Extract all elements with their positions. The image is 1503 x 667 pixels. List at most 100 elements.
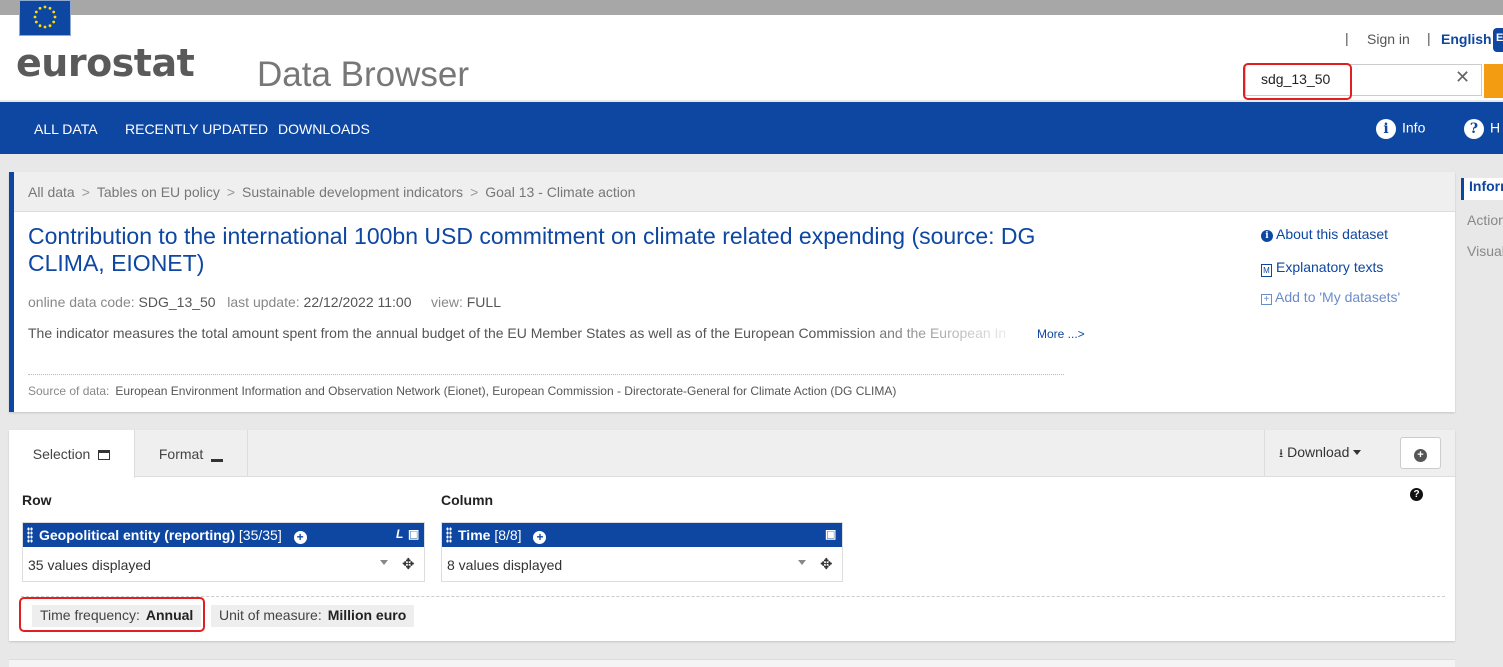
search-highlight <box>1243 63 1352 100</box>
help-icon[interactable]: ? <box>1410 488 1423 501</box>
tab-selection[interactable]: Selection <box>9 430 135 478</box>
selection-panel: Selection Format ⭳ Download + ? Row Colu… <box>9 430 1455 641</box>
info-icon: i <box>1261 230 1273 242</box>
side-tab-visualisation[interactable]: Visual <box>1461 243 1503 259</box>
update-value: 22/12/2022 11:00 <box>303 294 412 310</box>
code-value: SDG_13_50 <box>138 294 216 310</box>
eurostat-logo[interactable]: eurostat <box>16 41 195 85</box>
nav-recently-updated[interactable]: RECENTLY UPDATED <box>125 121 268 137</box>
side-tab-actions[interactable]: Action <box>1461 212 1503 228</box>
separator: | <box>1427 30 1431 46</box>
row-dimension-count: [35/35] <box>238 527 282 543</box>
separator: | <box>1345 30 1349 46</box>
row-dimension-header[interactable]: Geopolitical entity (reporting) [35/35] … <box>23 523 424 547</box>
dataset-description: The indicator measures the total amount … <box>28 325 1007 341</box>
drag-handle-icon[interactable] <box>27 527 33 543</box>
caret-down-icon <box>380 560 388 565</box>
side-tab-information[interactable]: Inform <box>1461 178 1503 200</box>
add-to-my-datasets-label: Add to 'My datasets' <box>1275 289 1401 305</box>
select-all-icon[interactable]: ▣ <box>408 527 419 541</box>
breadcrumb-separator: > <box>470 184 479 200</box>
breadcrumb-item[interactable]: Sustainable development indicators <box>242 184 463 200</box>
breadcrumb-item[interactable]: Goal 13 - Climate action <box>485 184 635 200</box>
source-value: European Environment Information and Obs… <box>115 384 897 398</box>
bottom-panel-edge <box>9 659 1455 667</box>
help-icon: ? <box>1464 119 1484 139</box>
filter-highlight <box>19 597 205 632</box>
row-dimension-box: Geopolitical entity (reporting) [35/35] … <box>22 522 425 582</box>
filter-label: Unit of measure: <box>219 607 322 623</box>
divider <box>21 596 1445 597</box>
source-label: Source of data: <box>28 384 110 398</box>
column-dimension-header[interactable]: Time [8/8] + ▣ <box>442 523 842 547</box>
drag-handle-icon[interactable] <box>446 527 452 543</box>
eu-flag-icon <box>19 0 71 36</box>
selection-tabs-bar: Selection Format ⭳ Download + <box>9 430 1455 478</box>
breadcrumb-item[interactable]: Tables on EU policy <box>97 184 220 200</box>
nav-info[interactable]: i Info <box>1376 119 1425 139</box>
filter-chip-unit-of-measure[interactable]: Unit of measure: Million euro <box>211 605 415 627</box>
explanatory-texts-label: Explanatory texts <box>1276 259 1384 275</box>
download-button[interactable]: ⭳ Download <box>1264 430 1377 477</box>
top-gray-bar <box>0 0 1503 15</box>
view-label: view: <box>430 294 463 310</box>
document-icon: M <box>1261 264 1272 277</box>
tab-format[interactable]: Format <box>135 430 248 477</box>
nav-help[interactable]: ? H <box>1464 119 1500 139</box>
column-dimension-box: Time [8/8] + ▣ 8 values displayed ✥ <box>441 522 843 582</box>
move-icon[interactable]: ✥ <box>820 555 833 573</box>
source-of-data: Source of data: European Environment Info… <box>28 384 896 398</box>
tab-selection-label: Selection <box>32 446 91 462</box>
add-to-my-datasets-link[interactable]: + Add to 'My datasets' <box>1261 289 1400 305</box>
column-label: Column <box>441 492 494 508</box>
column-dimension-select[interactable]: 8 values displayed ✥ <box>442 547 842 581</box>
explanatory-texts-link[interactable]: M Explanatory texts <box>1261 259 1383 277</box>
language-badge[interactable]: E <box>1493 28 1503 52</box>
download-label: Download <box>1287 444 1350 460</box>
plus-square-icon: + <box>1261 294 1272 305</box>
select-all-icon[interactable]: ▣ <box>825 527 836 541</box>
nav-all-data[interactable]: ALL DATA <box>34 121 98 137</box>
window-icon <box>98 450 111 460</box>
minimize-icon <box>211 459 224 462</box>
breadcrumb-separator: > <box>226 184 236 200</box>
language-selector[interactable]: English <box>1441 31 1492 47</box>
clear-icon[interactable]: ✕ <box>1455 67 1470 88</box>
add-circle-icon[interactable]: + <box>533 531 547 544</box>
breadcrumb-item[interactable]: All data <box>28 184 75 200</box>
about-dataset-link[interactable]: i About this dataset <box>1261 226 1388 242</box>
info-icon: i <box>1376 119 1396 139</box>
dataset-title: Contribution to the international 100bn … <box>28 223 1036 276</box>
dataset-meta: online data code: SDG_13_50 last update:… <box>28 294 501 310</box>
nav-downloads[interactable]: DOWNLOADS <box>278 121 370 137</box>
move-icon[interactable]: ✥ <box>402 555 415 573</box>
column-dimension-value: 8 values displayed <box>447 557 563 573</box>
right-side-tabs: Inform Action Visual <box>1461 172 1503 272</box>
row-dimension-select[interactable]: 35 values displayed ✥ <box>23 547 424 581</box>
about-dataset-label: About this dataset <box>1276 226 1389 242</box>
search-button[interactable] <box>1484 64 1503 98</box>
main-navbar: ALL DATA RECENTLY UPDATED DOWNLOADS i Inf… <box>0 102 1503 154</box>
caret-down-icon <box>1353 450 1362 455</box>
update-label: last update: <box>227 294 300 310</box>
app-title: Data Browser <box>257 55 470 94</box>
add-panel-button[interactable]: + <box>1400 437 1441 469</box>
view-value: FULL <box>466 294 501 310</box>
row-dimension-name: Geopolitical entity (reporting) <box>39 527 236 543</box>
download-icon: ⭳ <box>1279 446 1284 460</box>
filter-value: Million euro <box>327 607 407 623</box>
row-dimension-value: 35 values displayed <box>28 557 151 573</box>
breadcrumb: All data > Tables on EU policy > Sustainable… <box>14 172 1455 212</box>
nav-help-label: H <box>1490 119 1501 136</box>
column-dimension-name: Time <box>458 527 491 543</box>
sign-in-link[interactable]: Sign in <box>1367 31 1410 47</box>
dataset-info-panel: All data > Tables on EU policy > Sustainable… <box>9 172 1455 412</box>
code-label: online data code: <box>28 294 135 310</box>
caret-down-icon <box>798 560 806 565</box>
row-label: Row <box>22 492 52 508</box>
plus-circle-icon: + <box>1414 449 1427 462</box>
add-circle-icon[interactable]: + <box>293 531 307 544</box>
label-toggle-icon[interactable]: L <box>396 527 403 541</box>
nav-info-label: Info <box>1402 119 1426 136</box>
more-link[interactable]: More ...> <box>1037 327 1085 341</box>
